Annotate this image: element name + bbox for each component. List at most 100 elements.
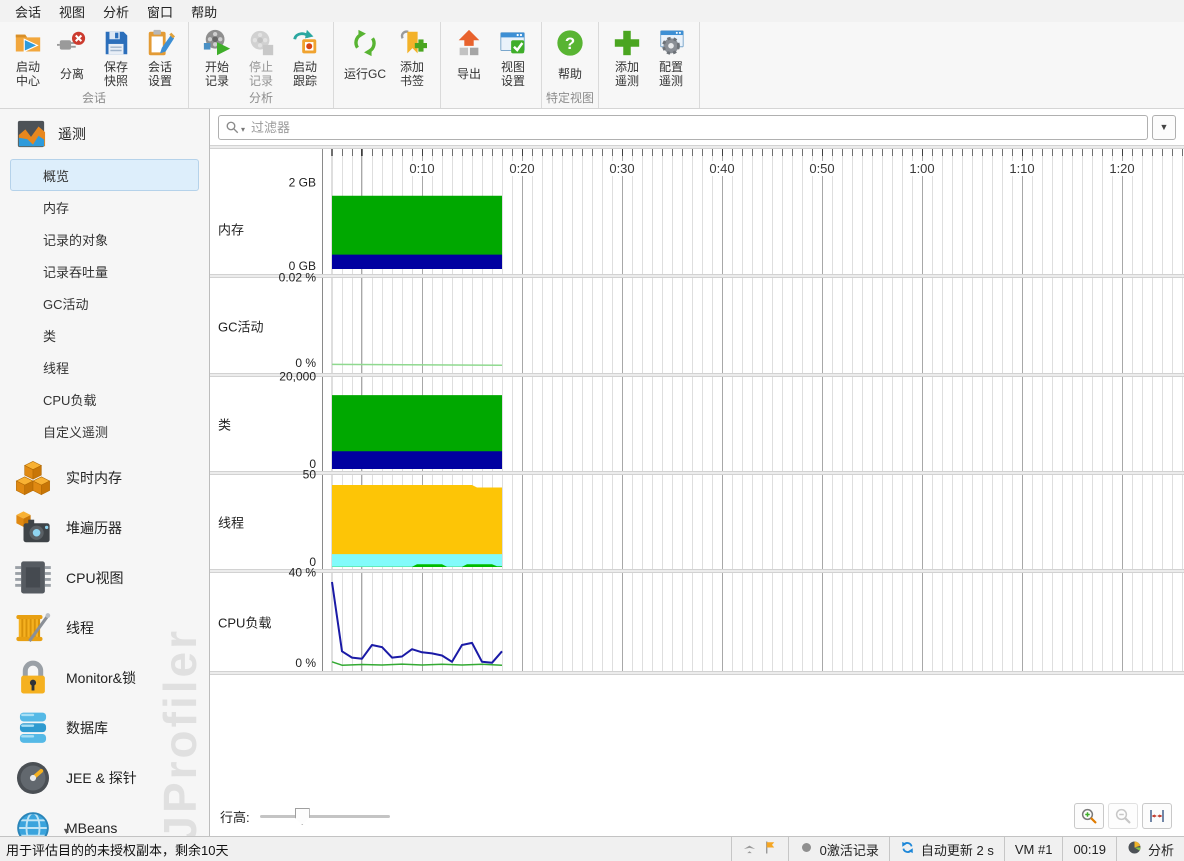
- sidebar-sub-item[interactable]: 记录吞吐量: [10, 255, 199, 287]
- menu-item[interactable]: 视图: [50, 0, 94, 23]
- sidebar-item-label: 数据库: [66, 720, 108, 736]
- toolbar-button[interactable]: 导出: [447, 25, 491, 91]
- zoom-in-button[interactable]: [1074, 803, 1104, 829]
- license-status-text: 用于评估目的的未授权副本，剩余10天: [6, 842, 229, 858]
- telemetry-row-plot[interactable]: [322, 573, 1184, 671]
- toolbar-button[interactable]: 分离: [50, 25, 94, 91]
- time-axis-plot: 0:10 0:20 0:30 0:40 0:50 1:00 1:10 1:20: [322, 149, 1184, 183]
- telemetry-row-name: 类: [218, 417, 232, 433]
- sidebar-sub-item[interactable]: 自定义遥测: [10, 415, 199, 447]
- toolbar-group-label: 会话: [81, 91, 106, 105]
- telemetry-row-plot[interactable]: [322, 183, 1184, 274]
- sidebar-sub-item[interactable]: 内存: [10, 191, 199, 223]
- search-icon: [226, 121, 239, 133]
- status-bar: 用于评估目的的未授权副本，剩余10天 0激活记录 自动更新 2 s VM #1 00:…: [0, 836, 1184, 861]
- sidebar-item[interactable]: Monitor&锁: [0, 653, 209, 703]
- row-height-slider[interactable]: [259, 807, 390, 825]
- telemetry-row[interactable]: 内存 2 GB 0 GB: [210, 175, 1184, 274]
- toolbar-button-label: 添加 书签: [400, 60, 425, 88]
- search-options-caret-icon[interactable]: ▾: [241, 125, 245, 134]
- sidebar-sub-item[interactable]: 记录的对象: [10, 223, 199, 255]
- telemetry-row-plot[interactable]: [322, 377, 1184, 471]
- filter-dropdown-button[interactable]: ▼: [1152, 114, 1176, 140]
- menu-item[interactable]: 窗口: [138, 0, 182, 23]
- live-memory-icon: [14, 459, 52, 497]
- flag-icon: [763, 840, 778, 858]
- view-settings-icon: [498, 28, 528, 58]
- status-cell[interactable]: [730, 837, 788, 861]
- sidebar-item-label: 实时内存: [66, 470, 122, 486]
- telemetry-row-max-value: 50: [302, 467, 316, 482]
- sidebar-item-label: 堆遍历器: [66, 520, 122, 536]
- telemetry-row[interactable]: 类 20,000 0: [210, 369, 1184, 471]
- menu-item[interactable]: 帮助: [182, 0, 226, 23]
- fit-width-button[interactable]: [1142, 803, 1172, 829]
- telemetry-row-max-value: 40 %: [288, 565, 316, 580]
- status-cell[interactable]: 0激活记录: [787, 837, 889, 861]
- toolbar-group-label: [601, 91, 697, 108]
- menu-item[interactable]: 分析: [94, 0, 138, 23]
- toolbar-button[interactable]: 会话 设置: [138, 25, 182, 91]
- toolbar-button-label: 开始 记录: [204, 60, 229, 88]
- toolbar-button-label: 保存 快照: [103, 60, 128, 88]
- telemetry-row-plot[interactable]: [322, 278, 1184, 373]
- toolbar-group: 导出 视图 设置: [441, 22, 543, 108]
- toolbar-button[interactable]: 配置 遥测: [649, 25, 693, 91]
- sidebar: 遥测 概览 内存 记录的对象 记录吞吐量 GC活动类线程 CPU负载 自定义遥测 实时内存 堆遍历…: [0, 109, 210, 836]
- heap-walker-icon: [14, 509, 52, 547]
- threads-icon: [14, 609, 52, 647]
- databases-icon: [14, 709, 52, 747]
- status-cell[interactable]: 00:19: [1062, 837, 1116, 861]
- status-cell[interactable]: 分析: [1115, 837, 1184, 861]
- toolbar-button[interactable]: 添加 书签: [390, 25, 434, 91]
- toolbar-button[interactable]: 添加 遥测: [605, 25, 649, 91]
- status-cell-text: VM #1: [1014, 841, 1053, 857]
- toolbar-group-label: 分析: [248, 91, 273, 105]
- sidebar-item[interactable]: MBeans: [0, 803, 209, 836]
- telemetry-row[interactable]: CPU负载 40 % 0 %: [210, 565, 1184, 671]
- telemetry-row[interactable]: 线程 50 0: [210, 467, 1184, 569]
- time-axis-ticks: [323, 149, 1184, 156]
- row-height-label: 行高:: [220, 809, 250, 825]
- filter-box[interactable]: ▾: [218, 114, 1148, 140]
- status-cell[interactable]: VM #1: [1003, 837, 1063, 861]
- sidebar-item[interactable]: 线程: [0, 603, 209, 653]
- sidebar-sub-item[interactable]: 概览: [10, 159, 199, 191]
- toolbar-group: 运行GC 添加 书签: [334, 22, 442, 108]
- sidebar-item[interactable]: JEE & 探针: [0, 753, 209, 803]
- status-cell-text: 分析: [1147, 842, 1174, 858]
- toolbar-button[interactable]: 启动 中心: [6, 25, 50, 91]
- main-panel: ▾ ▼ 0:10 0:20 0:30 0:40 0:50 1:00 1:10 1:20 内存 2 …: [210, 109, 1184, 836]
- sidebar-item[interactable]: 堆遍历器: [0, 503, 209, 553]
- sidebar-sub-item[interactable]: CPU负载: [10, 383, 199, 415]
- filter-input[interactable]: [251, 119, 1141, 135]
- sidebar-section-telemetries[interactable]: 遥测: [0, 109, 209, 157]
- toolbar-group-label: [443, 91, 539, 108]
- telemetry-row-max-value: 20,000: [279, 369, 316, 384]
- sidebar-item[interactable]: CPU视图: [0, 553, 209, 603]
- zoom-out-button[interactable]: [1108, 803, 1138, 829]
- sidebar-sub-item[interactable]: 线程: [10, 351, 199, 383]
- menu-item[interactable]: 会话: [6, 0, 50, 23]
- sidebar-sub-item[interactable]: 类: [10, 319, 199, 351]
- chevron-down-icon: ▼: [1159, 122, 1169, 132]
- toolbar-button[interactable]: ? 帮助: [548, 25, 592, 91]
- sidebar-item[interactable]: 数据库: [0, 703, 209, 753]
- toolbar-button[interactable]: 开始 记录: [195, 25, 239, 91]
- toolbar-button[interactable]: 保存 快照: [94, 25, 138, 91]
- toolbar-button-label: 配置 遥测: [659, 60, 684, 88]
- toolbar-button-label: 启动 跟踪: [292, 60, 317, 88]
- telemetries-icon: [16, 119, 46, 149]
- status-cell[interactable]: 自动更新 2 s: [888, 837, 1004, 861]
- toolbar-button[interactable]: 视图 设置: [491, 25, 535, 91]
- toolbar-button[interactable]: 启动 跟踪: [283, 25, 327, 91]
- filter-row: ▾ ▼: [210, 109, 1184, 145]
- sidebar-item[interactable]: 实时内存: [0, 453, 209, 503]
- sidebar-sub-item[interactable]: GC活动: [10, 287, 199, 319]
- telemetry-row-plot[interactable]: [322, 475, 1184, 569]
- telemetry-row[interactable]: GC活动 0.02 % 0 %: [210, 270, 1184, 373]
- zoom-out-icon: [1115, 808, 1131, 824]
- toolbar-button[interactable]: 运行GC: [340, 25, 390, 91]
- telemetry-chart: [331, 363, 503, 366]
- slider-thumb[interactable]: [294, 808, 310, 825]
